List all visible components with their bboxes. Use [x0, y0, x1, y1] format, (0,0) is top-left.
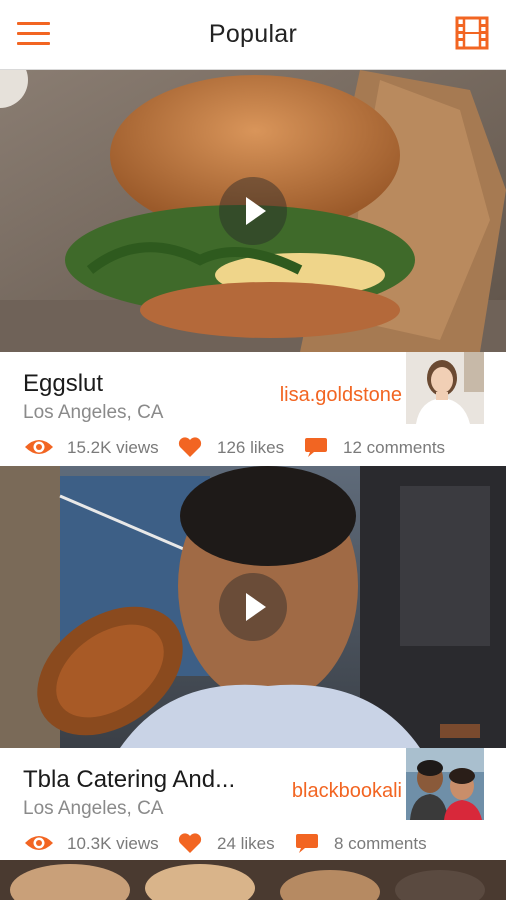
play-button[interactable]: [219, 177, 287, 245]
heart-icon[interactable]: [178, 436, 202, 458]
video-button[interactable]: [455, 16, 489, 50]
play-button[interactable]: [219, 573, 287, 641]
username-link[interactable]: blackbookali: [292, 780, 402, 803]
likes-count: 24 likes: [217, 834, 275, 853]
feed-card: Eggslut Los Angeles, CA lisa.goldstone 1…: [0, 70, 506, 466]
place-location: Los Angeles, CA: [23, 402, 164, 423]
post-info: Tbla Catering And... Los Angeles, CA bla…: [0, 748, 506, 862]
comments-count: 8 comments: [334, 834, 427, 853]
likes-count: 126 likes: [217, 438, 285, 457]
video-thumbnail[interactable]: [0, 70, 506, 352]
avatar[interactable]: [406, 352, 484, 424]
comments-count: 12 comments: [343, 438, 446, 457]
views-count: 10.3K views: [67, 834, 159, 853]
video-thumbnail[interactable]: [0, 860, 506, 900]
views-count: 15.2K views: [67, 438, 159, 457]
post-stats: 10.3K views 24 likes 8 comments: [0, 832, 506, 856]
comment-icon[interactable]: [304, 436, 328, 458]
feed-card: Tbla Catering And... Los Angeles, CA bla…: [0, 466, 506, 860]
post-stats: 15.2K views 126 likes 12 comments: [0, 436, 506, 460]
video-thumbnail[interactable]: [0, 466, 506, 748]
top-app-bar: Popular: [0, 0, 506, 70]
eye-icon[interactable]: [24, 436, 54, 458]
comment-icon[interactable]: [295, 832, 319, 854]
post-info: Eggslut Los Angeles, CA lisa.goldstone 1…: [0, 352, 506, 466]
place-name[interactable]: Eggslut: [23, 370, 103, 398]
heart-icon[interactable]: [178, 832, 202, 854]
pastry-photo: [0, 860, 506, 900]
film-strip-icon: [455, 16, 489, 50]
eye-icon[interactable]: [24, 832, 54, 854]
username-link[interactable]: lisa.goldstone: [280, 384, 402, 407]
feed-card: [0, 860, 506, 900]
user-avatar-image: [406, 748, 484, 820]
place-name[interactable]: Tbla Catering And...: [23, 766, 235, 794]
page-title: Popular: [208, 20, 298, 48]
place-location: Los Angeles, CA: [23, 798, 164, 819]
user-avatar-image: [406, 352, 484, 424]
avatar[interactable]: [406, 748, 484, 820]
